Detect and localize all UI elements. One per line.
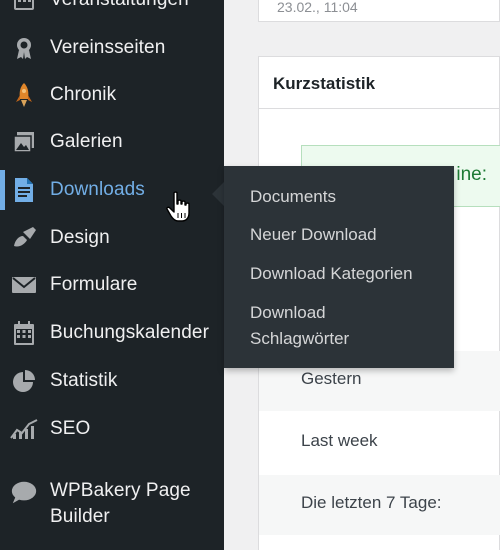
top-card: 23.02., 11:04 <box>258 0 500 22</box>
stat-row-last-week: Last week <box>259 413 500 473</box>
sidebar-item-wpbakery[interactable]: WPBakery Page Builder <box>0 476 224 536</box>
sidebar-item-seo[interactable]: SEO <box>0 405 224 453</box>
sidebar-item-label: Statistik <box>50 370 118 391</box>
sidebar-item-statistik[interactable]: Statistik <box>0 357 224 405</box>
sidebar-item-label: Design <box>50 227 110 248</box>
admin-sidebar: Veranstaltungen Vereinsseiten Chronik Ga… <box>0 0 224 550</box>
pie-chart-icon <box>10 367 38 395</box>
paintbrush-icon <box>10 224 38 252</box>
panel-divider <box>259 108 500 109</box>
sidebar-item-label: Downloads <box>50 179 145 200</box>
stat-label: Gestern <box>301 369 362 388</box>
speech-bubble-icon <box>10 478 38 506</box>
sidebar-item-galerien[interactable]: Galerien <box>0 118 224 166</box>
panel-title: Kurzstatistik <box>273 74 376 93</box>
downloads-flyout-menu: Documents Neuer Download Download Katego… <box>224 166 454 368</box>
seo-chart-icon <box>10 415 38 443</box>
sidebar-item-label: SEO <box>50 418 91 439</box>
sidebar-item-label: WPBakery Page Builder <box>50 480 191 527</box>
sidebar-item-label: Veranstaltungen <box>50 0 189 11</box>
submenu-item-download-schlagwoerter[interactable]: Download Schlagwörter <box>250 300 349 352</box>
submenu-item-neuer-download[interactable]: Neuer Download <box>250 222 377 248</box>
sidebar-item-buchungskalender[interactable]: Buchungskalender <box>0 309 224 357</box>
stat-label: Last week <box>301 431 378 450</box>
sidebar-item-chronik[interactable]: Chronik <box>0 71 224 119</box>
sidebar-item-veranstaltungen[interactable]: Veranstaltungen <box>0 0 224 24</box>
gallery-icon <box>10 128 38 156</box>
envelope-icon <box>10 271 38 299</box>
sidebar-item-formulare[interactable]: Formulare <box>0 261 224 309</box>
rocket-icon <box>10 81 38 109</box>
calendar-grid-icon <box>10 319 38 347</box>
online-status-text: ine: <box>456 164 487 185</box>
sidebar-item-vereinsseiten[interactable]: Vereinsseiten <box>0 24 224 72</box>
sidebar-item-label: Galerien <box>50 131 123 152</box>
sidebar-item-label: Formulare <box>50 274 138 295</box>
document-icon <box>10 176 38 204</box>
sidebar-item-label: Buchungskalender <box>50 322 209 343</box>
stat-row-letzte-7-tage: Die letzten 7 Tage: <box>259 475 500 535</box>
award-icon <box>10 34 38 62</box>
flyout-pointer <box>212 182 224 206</box>
submenu-item-documents[interactable]: Documents <box>250 184 336 210</box>
calendar-icon <box>10 0 38 14</box>
top-card-text: 23.02., 11:04 <box>277 0 358 15</box>
submenu-item-download-kategorien[interactable]: Download Kategorien <box>250 261 413 287</box>
stat-label: Die letzten 7 Tage: <box>301 493 442 512</box>
hand-cursor-icon <box>166 191 190 222</box>
active-indicator <box>0 170 5 210</box>
sidebar-item-label: Chronik <box>50 84 117 105</box>
sidebar-item-label: Vereinsseiten <box>50 37 166 58</box>
